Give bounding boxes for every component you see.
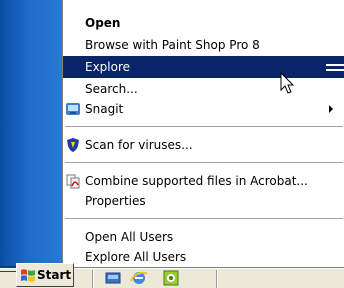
menu-item-label: Explore (85, 60, 131, 74)
mouse-pointer-icon (280, 71, 296, 96)
menu-item-label: Properties (85, 194, 146, 208)
menu-separator (65, 218, 343, 220)
menu-item-open-all-users[interactable]: Open All Users (63, 226, 344, 248)
context-menu: Open Browse with Paint Shop Pro 8 Explor… (62, 0, 344, 268)
quick-launch-divider (92, 270, 94, 288)
callout-mark (326, 64, 344, 66)
antivirus-shield-icon (65, 137, 81, 153)
menu-item-label: Search... (85, 82, 138, 96)
menu-item-label: Snagit (85, 102, 124, 116)
callout-mark (326, 69, 344, 71)
media-icon[interactable] (162, 269, 180, 287)
menu-item-browse-paint-shop-pro[interactable]: Browse with Paint Shop Pro 8 (63, 34, 344, 56)
quick-launch-divider (216, 270, 218, 288)
submenu-arrow-icon (329, 105, 333, 113)
menu-item-explore-all-users[interactable]: Explore All Users (63, 246, 344, 268)
menu-item-label: Open (85, 16, 121, 30)
menu-item-snagit[interactable]: Snagit (63, 98, 344, 120)
menu-item-label: Explore All Users (85, 250, 187, 264)
menu-item-properties[interactable]: Properties (63, 190, 344, 212)
menu-item-open[interactable]: Open (63, 12, 344, 34)
menu-item-explore[interactable]: Explore (63, 56, 344, 78)
start-button[interactable]: Start (16, 263, 74, 287)
acrobat-icon (65, 173, 81, 189)
menu-item-scan-for-viruses[interactable]: Scan for viruses... (63, 134, 344, 156)
callout-line (0, 271, 16, 272)
menu-separator (65, 162, 343, 164)
internet-explorer-icon[interactable] (130, 269, 148, 287)
menu-item-label: Browse with Paint Shop Pro 8 (85, 38, 260, 52)
snagit-icon (65, 101, 81, 117)
show-desktop-icon[interactable] (104, 269, 122, 287)
menu-item-combine-acrobat[interactable]: Combine supported files in Acrobat... (63, 170, 344, 192)
desktop-background (0, 0, 62, 268)
start-button-label: Start (37, 268, 72, 282)
menu-item-label: Combine supported files in Acrobat... (85, 174, 308, 188)
menu-item-label: Open All Users (85, 230, 174, 244)
windows-logo-icon (20, 267, 36, 283)
taskbar: Start (0, 263, 344, 288)
menu-separator (65, 126, 343, 128)
menu-item-search[interactable]: Search... (63, 78, 344, 100)
menu-item-label: Scan for viruses... (85, 138, 193, 152)
